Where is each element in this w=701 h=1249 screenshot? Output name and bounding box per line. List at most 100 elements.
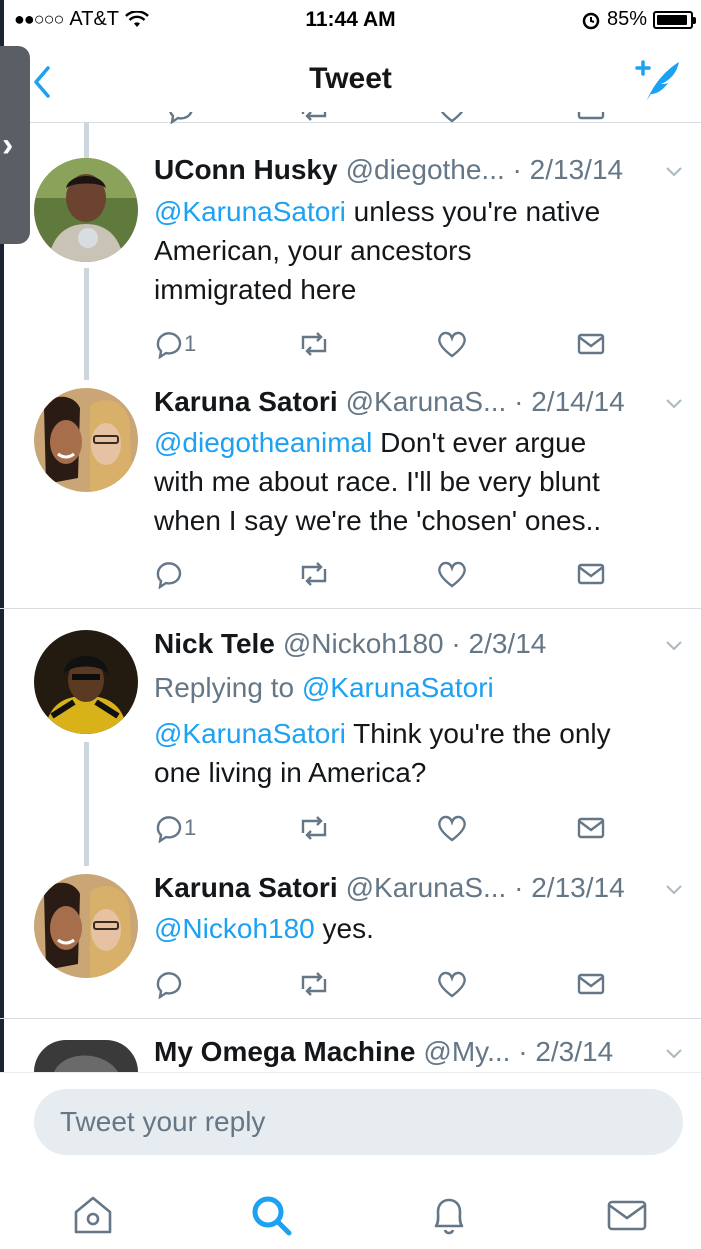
thread-line [84,122,89,158]
dm-button[interactable] [576,328,606,360]
tweet-actions: 1 [154,328,701,364]
heart-icon [438,815,466,842]
reply-button[interactable] [154,558,184,590]
retweet-button[interactable] [297,328,331,360]
reply-bar: Tweet your reply [0,1072,701,1173]
text-line: Think you're the only [345,718,611,749]
thread-divider [0,608,701,609]
author-name[interactable]: UConn Husky [154,154,338,186]
text-line: unless you're native [345,196,601,227]
reply-icon [156,332,182,359]
reply-button[interactable] [154,968,184,1000]
replying-to: Replying to @KarunaSatori [154,672,494,704]
separator: · [443,628,469,659]
battery-icon [653,10,696,29]
avatar[interactable] [34,1040,138,1072]
reply-placeholder: Tweet your reply [60,1106,266,1137]
replying-to-link[interactable]: @KarunaSatori [302,672,494,703]
reply-icon [156,972,182,999]
author-handle[interactable]: @KarunaS... [346,872,507,904]
tweet-text: @KarunaSatori unless you're native Ameri… [154,192,677,309]
heart-icon [438,971,466,998]
avatar[interactable] [34,158,138,262]
reply-input[interactable]: Tweet your reply [34,1089,683,1155]
chevron-down-icon[interactable] [665,640,683,652]
search-icon[interactable] [248,1192,294,1238]
chevron-down-icon[interactable] [665,884,683,896]
tweet-date: 2/14/14 [531,386,625,417]
author-handle[interactable]: @My... [423,1036,510,1068]
avatar[interactable] [34,388,138,492]
separator: · [506,872,532,903]
home-icon[interactable] [70,1192,116,1238]
reply-button[interactable]: 1 [154,328,196,360]
chevron-down-icon[interactable] [665,166,683,178]
author-handle[interactable]: @diegothe... [346,154,505,186]
heart-icon [438,561,466,588]
author-handle[interactable]: @KarunaS... [346,386,507,418]
compose-tweet-icon[interactable] [633,56,685,104]
retweet-icon [301,816,327,840]
nav-bar: Tweet [0,40,701,123]
retweet-icon [301,972,327,996]
author-name[interactable]: Karuna Satori [154,872,338,904]
retweet-icon [301,332,327,356]
avatar[interactable] [34,630,138,734]
author-name[interactable]: Karuna Satori [154,386,338,418]
tweet-actions: 1 [154,812,701,848]
mention-link[interactable]: @Nickoh180 [154,913,315,944]
replying-label: Replying to [154,672,295,703]
text-line: Don't ever argue [372,427,587,458]
mention-link[interactable]: @KarunaSatori [154,196,346,227]
tweet-date: 2/13/14 [531,872,625,903]
tweet-date: 2/13/14 [529,154,624,185]
like-button[interactable] [436,328,468,360]
text-line: immigrated here [154,274,357,305]
status-bar: ●●○○○ AT&T 11:44 AM 85% [0,0,701,40]
like-button[interactable] [436,812,468,844]
reply-button[interactable]: 1 [154,812,196,844]
dm-button[interactable] [576,558,606,590]
text-line: with me about race. I'll be very blunt [154,466,600,497]
retweet-button[interactable] [297,558,331,590]
tweet-actions [154,558,701,594]
chevron-down-icon[interactable] [665,1048,683,1060]
reply-icon [156,816,182,843]
retweet-button[interactable] [297,812,331,844]
dm-button[interactable] [576,968,606,1000]
avatar[interactable] [34,874,138,978]
mention-link[interactable]: @KarunaSatori [154,718,346,749]
mail-icon [577,563,605,585]
thread-line [84,742,89,866]
side-handle[interactable]: › [0,46,30,244]
separator: · [510,1036,536,1067]
text-line: yes. [314,913,374,944]
thread-line [84,268,89,380]
tweet-actions [154,968,701,1004]
mention-link[interactable]: @diegotheanimal [154,427,372,458]
chevron-down-icon[interactable] [665,398,683,410]
tweet-date: 2/3/14 [468,628,547,659]
mail-icon[interactable] [604,1192,650,1238]
bell-icon[interactable] [426,1192,472,1238]
mail-icon [577,973,605,995]
partial-actions-row [154,112,701,124]
tweet-date: 2/3/14 [535,1036,614,1067]
dm-button[interactable] [576,812,606,844]
heart-icon [438,331,466,358]
like-button[interactable] [436,968,468,1000]
page-title: Tweet [309,62,392,95]
text-line: one living in America? [154,757,427,788]
tab-bar [0,1172,701,1249]
author-name[interactable]: My Omega Machine [154,1036,415,1068]
alarm-icon [582,12,600,29]
tweet-text: @diegotheanimal Don't ever argue with me… [154,423,677,540]
like-button[interactable] [436,558,468,590]
text-line: when I say we're the 'chosen' ones.. [154,505,602,536]
author-name[interactable]: Nick Tele [154,628,275,660]
retweet-button[interactable] [297,968,331,1000]
tweet-text: @Nickoh180 yes. [154,909,677,948]
reply-icon [156,562,182,589]
tweet-text: @KarunaSatori Think you're the only one … [154,714,677,792]
author-handle[interactable]: @Nickoh180 [283,628,444,660]
